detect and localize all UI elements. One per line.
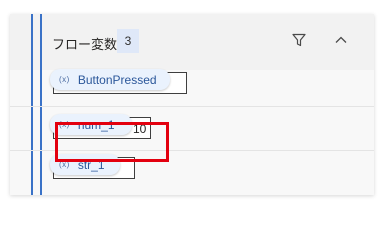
variable-chip-buttonpressed[interactable]: (x) ButtonPressed [50,69,170,90]
variable-icon: (x) [59,75,70,84]
flow-variables-panel: フロー変数 3 (x) ButtonPressed 10 (x) num_1 (… [10,14,374,195]
collapse-button[interactable] [331,30,351,50]
flow-connector-line [31,14,33,195]
filter-button[interactable] [289,30,309,50]
panel-title: フロー変数 [52,38,118,53]
variable-name: ButtonPressed [77,72,157,87]
chevron-up-icon [335,36,347,43]
canvas: フロー変数 3 (x) ButtonPressed 10 (x) num_1 (… [0,0,382,217]
row-divider [10,106,374,107]
variable-count-badge: 3 [117,29,139,53]
highlight-box [55,122,169,162]
panel-header: フロー変数 3 [10,14,374,70]
flow-connector-line [40,14,42,195]
filter-icon [292,33,306,47]
